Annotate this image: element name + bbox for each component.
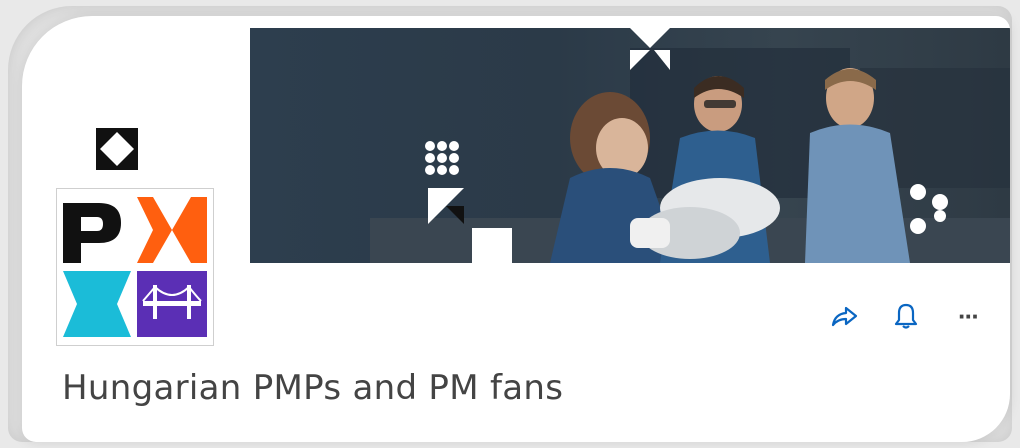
cover-image (250, 28, 1010, 263)
group-card: ··· Hungarian PMPs and PM fans (22, 16, 1010, 442)
share-button[interactable] (830, 302, 858, 330)
group-actions: ··· (830, 300, 982, 331)
group-title[interactable]: Hungarian PMPs and PM fans (62, 368, 563, 408)
group-logo[interactable] (56, 188, 214, 346)
bell-icon (894, 303, 918, 329)
cover-photo-art (370, 28, 1010, 263)
notification-button[interactable] (892, 302, 920, 330)
share-icon (831, 306, 858, 327)
more-icon: ··· (958, 300, 980, 331)
more-options-button[interactable]: ··· (954, 300, 982, 331)
pmi-logo-icon (63, 197, 207, 337)
